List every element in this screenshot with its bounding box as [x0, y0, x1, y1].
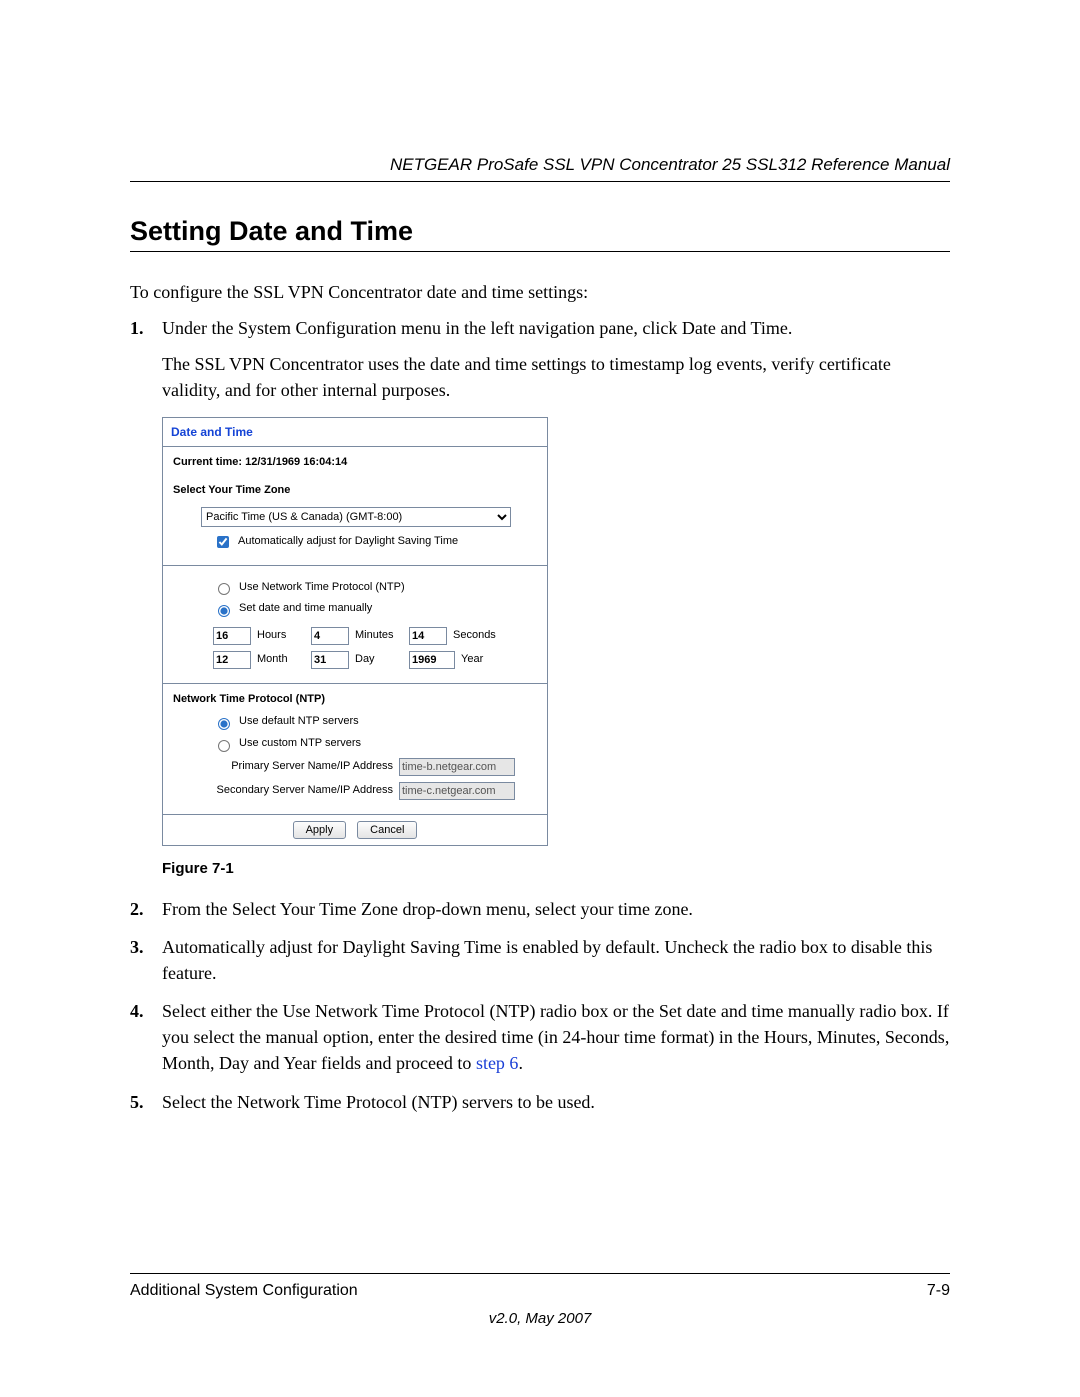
use-ntp-radio[interactable] [218, 583, 230, 595]
year-input[interactable] [409, 651, 455, 669]
step-3: 3. Automatically adjust for Daylight Sav… [130, 934, 950, 986]
footer-left: Additional System Configuration [130, 1282, 358, 1300]
seconds-input[interactable] [409, 627, 447, 645]
apply-button[interactable]: Apply [293, 821, 347, 839]
primary-server-input[interactable] [399, 758, 515, 776]
step-3-num: 3. [130, 934, 162, 986]
step-4: 4. Select either the Use Network Time Pr… [130, 998, 950, 1076]
custom-ntp-label: Use custom NTP servers [239, 736, 361, 752]
month-label: Month [257, 652, 305, 668]
step-6-link[interactable]: step 6 [476, 1053, 519, 1073]
dst-label: Automatically adjust for Daylight Saving… [238, 534, 458, 550]
step-3-text: Automatically adjust for Daylight Saving… [162, 934, 950, 986]
step-4-text-b: . [518, 1053, 523, 1073]
primary-server-label: Primary Server Name/IP Address [173, 759, 393, 775]
step-5: 5. Select the Network Time Protocol (NTP… [130, 1089, 950, 1115]
step-2-num: 2. [130, 896, 162, 922]
footer-right: 7-9 [927, 1282, 950, 1300]
minutes-label: Minutes [355, 628, 403, 644]
step-2-text: From the Select Your Time Zone drop-down… [162, 896, 950, 922]
set-manual-label: Set date and time manually [239, 601, 372, 617]
tz-heading: Select Your Time Zone [173, 483, 537, 499]
ntp-heading: Network Time Protocol (NTP) [173, 692, 537, 708]
running-header: NETGEAR ProSafe SSL VPN Concentrator 25 … [130, 155, 950, 182]
step-1-num: 1. [130, 315, 162, 884]
timezone-select[interactable]: Pacific Time (US & Canada) (GMT-8:00) [201, 507, 511, 527]
year-label: Year [461, 652, 509, 668]
dst-checkbox[interactable] [217, 536, 229, 548]
footer-version: v2.0, May 2007 [130, 1310, 950, 1327]
minutes-input[interactable] [311, 627, 349, 645]
set-manual-radio[interactable] [218, 605, 230, 617]
step-1: 1. Under the System Configuration menu i… [130, 315, 950, 884]
seconds-label: Seconds [453, 628, 501, 644]
step-2: 2. From the Select Your Time Zone drop-d… [130, 896, 950, 922]
step-4-num: 4. [130, 998, 162, 1076]
day-input[interactable] [311, 651, 349, 669]
panel-title: Date and Time [163, 418, 547, 445]
step-5-text: Select the Network Time Protocol (NTP) s… [162, 1089, 950, 1115]
hours-label: Hours [257, 628, 305, 644]
step-5-num: 5. [130, 1089, 162, 1115]
step-1-text: Under the System Configuration menu in t… [162, 318, 792, 338]
step-4-text-a: Select either the Use Network Time Proto… [162, 1001, 949, 1073]
month-input[interactable] [213, 651, 251, 669]
current-time: Current time: 12/31/1969 16:04:14 [173, 455, 537, 471]
date-time-panel: Date and Time Current time: 12/31/1969 1… [162, 417, 548, 846]
cancel-button[interactable]: Cancel [357, 821, 417, 839]
figure-caption: Figure 7-1 [162, 858, 950, 880]
use-ntp-label: Use Network Time Protocol (NTP) [239, 580, 405, 596]
secondary-server-input[interactable] [399, 782, 515, 800]
step-1-sub: The SSL VPN Concentrator uses the date a… [162, 351, 950, 403]
custom-ntp-radio[interactable] [218, 740, 230, 752]
day-label: Day [355, 652, 403, 668]
page-title: Setting Date and Time [130, 216, 950, 252]
page-footer: Additional System Configuration 7-9 v2.0… [130, 1273, 950, 1327]
default-ntp-radio[interactable] [218, 718, 230, 730]
intro-text: To configure the SSL VPN Concentrator da… [130, 282, 950, 303]
hours-input[interactable] [213, 627, 251, 645]
default-ntp-label: Use default NTP servers [239, 714, 359, 730]
secondary-server-label: Secondary Server Name/IP Address [173, 783, 393, 799]
